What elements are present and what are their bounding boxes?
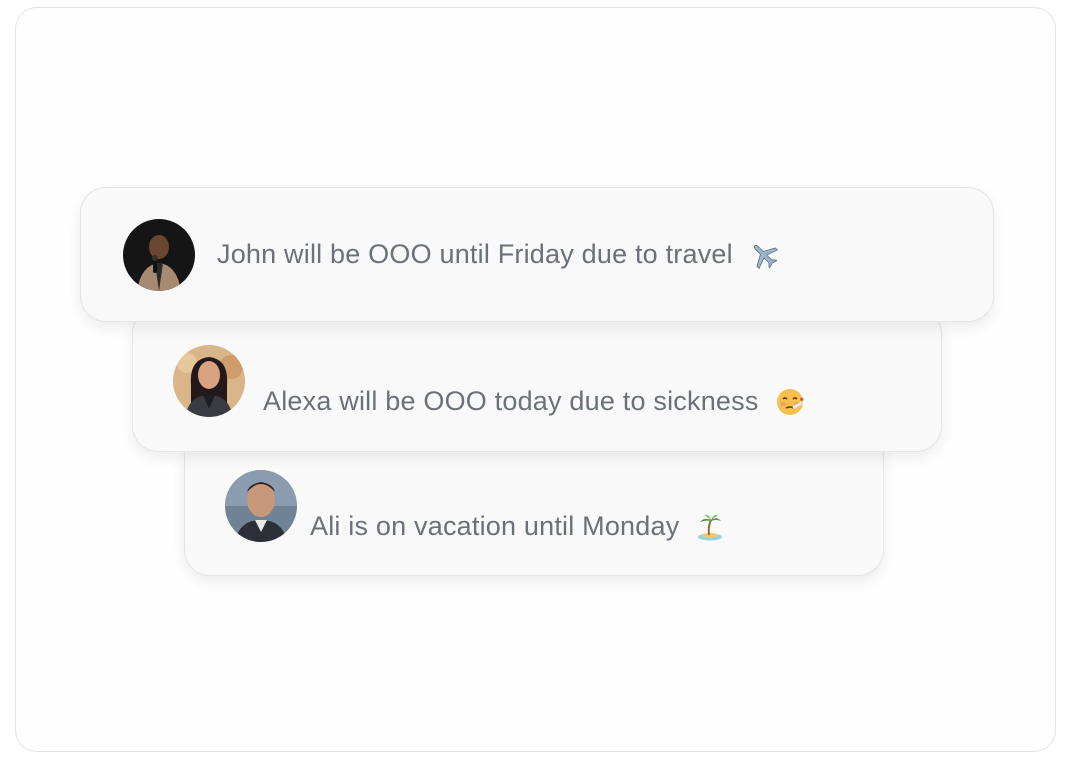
notification-message: John will be OOO until Friday due to tra…: [217, 239, 733, 269]
sick-face-icon: [775, 387, 805, 417]
notification-card-ali[interactable]: Ali is on vacation until Monday: [184, 431, 884, 576]
airplane-icon: [749, 240, 779, 270]
avatar-ali: [225, 470, 297, 542]
notification-message: Alexa will be OOO today due to sickness: [263, 386, 759, 416]
island-icon: [695, 512, 725, 542]
panel-frame: Ali is on vacation until Monday Alexa wi…: [15, 7, 1056, 752]
avatar-alexa: [173, 345, 245, 417]
notification-card-john[interactable]: John will be OOO until Friday due to tra…: [80, 187, 994, 322]
avatar-john: [123, 218, 195, 291]
notification-message: Ali is on vacation until Monday: [310, 511, 680, 541]
notification-card-alexa[interactable]: Alexa will be OOO today due to sickness: [132, 308, 942, 452]
